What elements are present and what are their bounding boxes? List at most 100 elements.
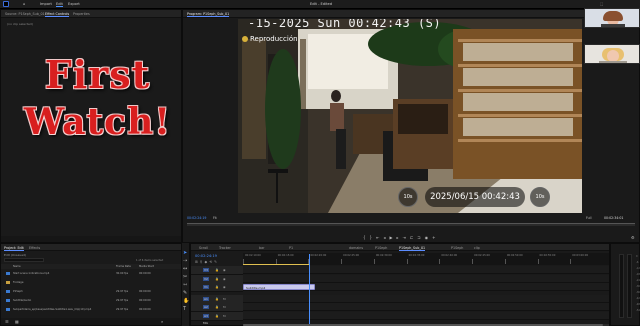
ruler-tick-label: 00:02:15:00 [277,254,294,257]
search-icon[interactable]: ⌕ [161,319,163,324]
tab-properties[interactable]: Properties [73,12,90,16]
mute-icon[interactable]: M [223,297,226,301]
ruler-tick-label: 00:02:50:00 [506,254,523,257]
timeline-timecode[interactable]: 00:02:24:19 [195,254,217,258]
track-header-a3[interactable]: A3 🔒 M [191,311,243,321]
tab-effects[interactable]: Effects [29,246,40,250]
tab-program[interactable]: Program: P1Seph_Sub_01 [187,12,230,17]
rewind-10-icon[interactable]: 10s [398,187,418,207]
wrench-icon[interactable]: ⚙ [631,235,635,240]
track-lane[interactable] [243,294,609,303]
project-row-name: P1Seph [13,290,23,293]
col-name[interactable]: Name [13,265,21,268]
lock-icon[interactable]: 🔒 [215,285,219,289]
overwrite-icon[interactable]: ⊐ [417,235,420,241]
mute-icon[interactable]: M [223,305,226,309]
project-row[interactable]: P1Seph 29.97 fps 00:00:00 [1,288,181,296]
razor-tool-icon[interactable]: ✂ [183,273,189,281]
track-lane[interactable] [243,311,609,320]
mute-icon[interactable]: M [223,314,226,318]
track-select-icon[interactable]: ⇢ [183,257,189,265]
tab-seq-scroll[interactable]: Scroll [199,246,208,250]
project-row-rate: 29.97 fps [116,299,129,302]
program-timecode-left[interactable]: 00:02:24:19 [187,216,206,220]
lock-icon[interactable]: 🔒 [215,314,219,318]
menu-export[interactable]: Export [68,2,80,6]
selection-tool-icon[interactable]: ➤ [183,249,189,257]
overlay-title-line2: Watch! [23,101,172,143]
timeline-options[interactable]: ⊞⚲◆⟲✎ [195,260,239,264]
work-area-bar[interactable] [243,264,309,265]
tab-seq-clip[interactable]: clip [474,246,480,250]
text-tool-icon[interactable]: T [183,305,189,313]
tab-seq-bar[interactable]: bar [259,246,264,250]
go-to-out-icon[interactable]: ⇥ [403,235,406,241]
slip-tool-icon[interactable]: ⇿ [183,281,189,289]
clip-file-icon [6,272,10,275]
lock-icon[interactable]: 🔒 [215,268,219,272]
tab-seq-p1seph-sub[interactable]: P1Seph_Sub_01 [399,246,426,251]
project-search-input[interactable] [4,258,44,262]
item-count: 1 of 6 items selected [136,259,164,262]
eye-icon[interactable]: ◉ [223,285,226,289]
lock-icon[interactable]: 🔒 [215,277,219,281]
mark-in-icon[interactable]: { [363,235,366,241]
list-view-icon[interactable]: ☰ [5,319,9,324]
go-to-in-icon[interactable]: ⇤ [376,235,379,241]
program-video-frame: -15-2025 Sun 00:42:43 (S) Reproducción 1… [238,19,582,213]
lock-icon[interactable]: 🔒 [215,297,219,301]
col-frame-rate[interactable]: Frame Rate [116,265,131,268]
project-row[interactable]: Footage [1,279,181,287]
col-media-start[interactable]: Media Start [139,265,154,268]
step-forward-icon[interactable]: ▸ [397,235,399,241]
track-lane[interactable] [243,303,609,311]
project-row-name: Start scene Indications.mp4 [13,272,50,275]
project-panel: Project: Edit Effects Edit (Unsaved) 1 o… [0,243,182,326]
eye-icon[interactable]: ◉ [223,268,226,272]
playhead[interactable] [309,254,310,324]
program-scrub-bar[interactable] [187,223,635,226]
button-editor-icon[interactable]: + [432,235,435,241]
tab-source[interactable]: Source: P1Seph_Sub_01 [5,12,45,16]
effect-controls-footer [1,236,181,242]
play-icon[interactable]: ▶ [389,235,392,241]
workspace-icon[interactable]: ⬚ [600,2,603,6]
fit-dropdown[interactable]: Fit [213,216,217,220]
timeline-clip-video[interactable]: Subtitle.mp4 [243,284,315,290]
tab-project[interactable]: Project: Edit [4,246,24,251]
tab-seq-domains[interactable]: domains [349,246,363,250]
insert-icon[interactable]: ⊏ [410,235,413,241]
icon-view-icon[interactable]: ▦ [15,319,19,324]
forward-10-icon[interactable]: 10s [530,187,550,207]
ruler-tick-label: 00:02:25:00 [343,254,359,257]
hand-tool-icon[interactable]: ✋ [183,297,189,305]
pen-tool-icon[interactable]: ✎ [183,289,189,297]
ruler-tick-label: 00:02:45:00 [474,254,490,257]
tab-seq-p1seph-2[interactable]: P1Seph [451,246,463,250]
step-back-icon[interactable]: ◂ [383,235,385,241]
tab-seq-tracker[interactable]: Tracker [219,246,231,250]
track-header-v1[interactable]: V1 🔒 ◉ [191,283,243,292]
project-row[interactable]: Start scene Indications.mp4 30.00 fps 00:0… [1,270,181,278]
menu-home-icon[interactable]: ⌂ [23,2,25,6]
ruler-tick-label: 00:03:00:00 [572,254,589,257]
track-lane[interactable] [243,266,609,274]
track-label: A1 [203,296,209,301]
project-row[interactable]: Subpartidaria_ep(base)subtitles-Subtitle… [1,306,181,314]
menu-import[interactable]: Import [40,2,52,6]
lock-icon[interactable]: 🔒 [215,305,219,309]
tab-seq-p1[interactable]: P1 [289,246,293,250]
mix-track-label: Mix [203,321,209,325]
eye-icon[interactable]: ◉ [223,277,226,281]
ripple-edit-icon[interactable]: ↔ [183,265,189,273]
tab-effect-controls[interactable]: Effect Controls [45,12,70,17]
export-frame-icon[interactable]: ◉ [425,235,429,241]
menu-edit[interactable]: Edit [56,2,63,7]
ruler-tick-label: 00:02:30:00 [375,254,392,257]
project-row[interactable]: Subtitle/Audio 29.97 fps 00:00:00 [1,297,181,305]
no-clip-status: (no clip selected) [7,22,33,26]
mark-out-icon[interactable]: } [370,235,373,241]
tab-seq-p1seph[interactable]: P1Seph [375,246,387,250]
quality-dropdown[interactable]: Full [586,216,591,220]
track-lane[interactable] [243,274,609,283]
